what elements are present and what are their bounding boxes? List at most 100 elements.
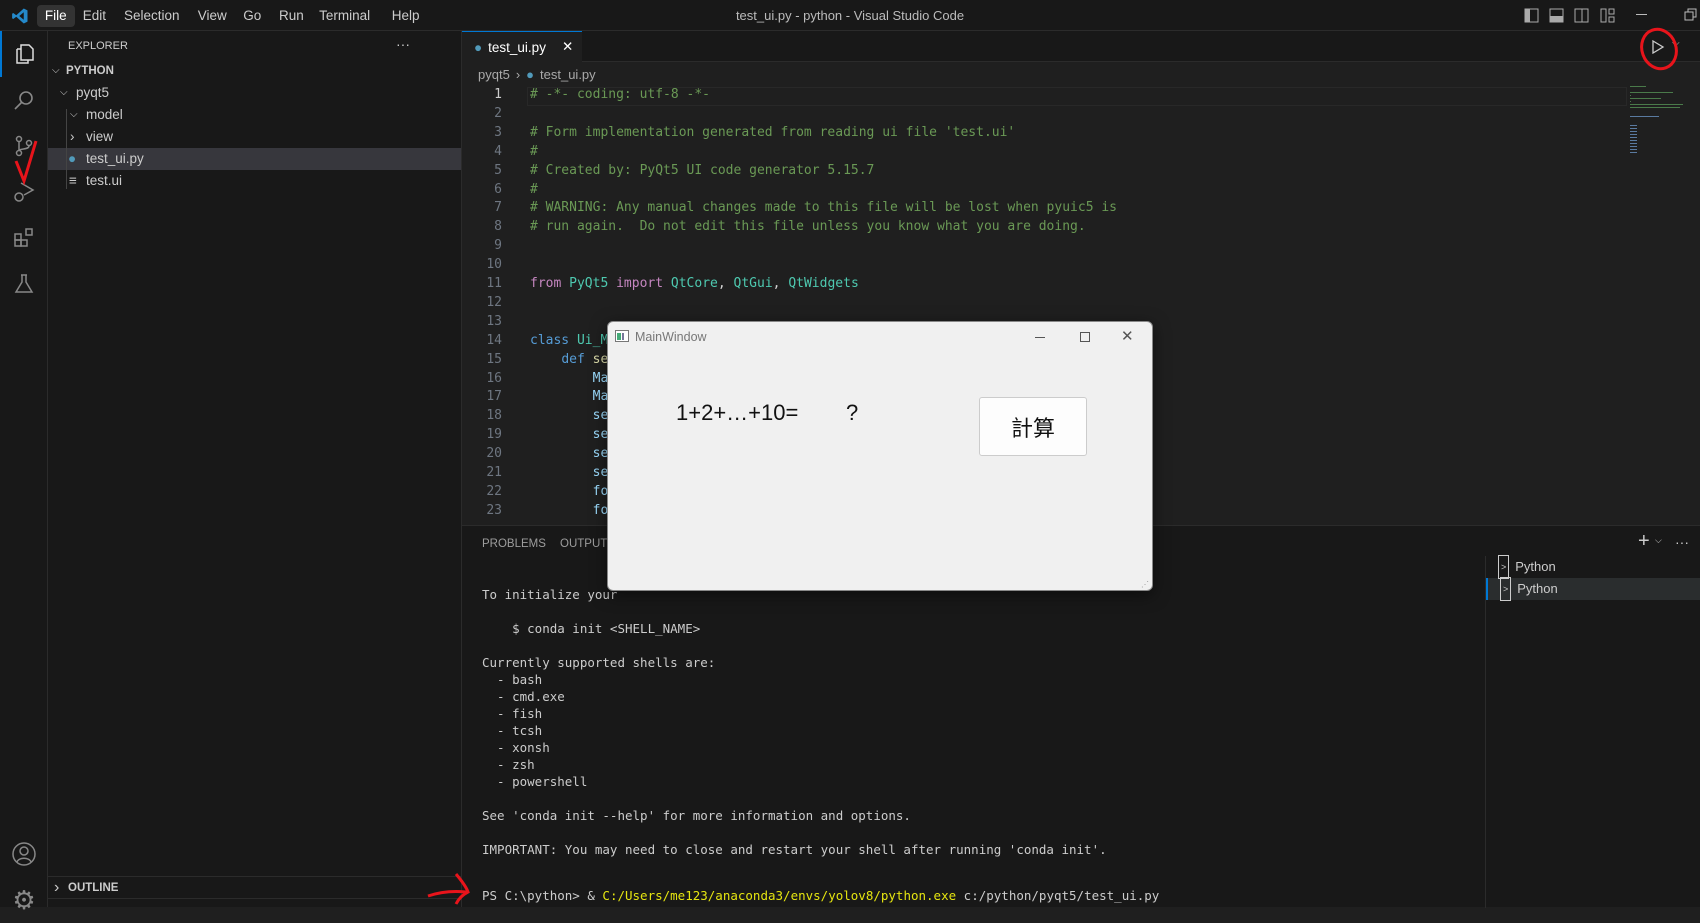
tree-item-pyqt5[interactable]: ⌵ pyqt5 xyxy=(48,82,461,104)
toggle-sidebar-icon[interactable] xyxy=(1524,8,1539,23)
terminal-item-python-1[interactable]: > Python xyxy=(1486,555,1700,579)
tree-item-view[interactable]: › view xyxy=(48,126,461,148)
code-line: def se xyxy=(530,352,608,367)
code-token: Ma xyxy=(592,389,609,405)
code-token: from xyxy=(530,276,562,291)
menu-edit[interactable]: Edit xyxy=(75,5,114,27)
extensions-icon[interactable] xyxy=(0,215,48,261)
line-number: 21 xyxy=(486,465,502,480)
minimap-line xyxy=(1630,125,1637,126)
qt-minimize-button[interactable] xyxy=(1035,337,1045,338)
code-token: def xyxy=(561,351,585,367)
customize-layout-icon[interactable] xyxy=(1600,8,1615,23)
workspace-root[interactable]: ⌵ PYTHON xyxy=(48,60,461,82)
chevron-down-icon: ⌵ xyxy=(52,65,60,76)
minimap-line xyxy=(1630,146,1637,147)
tree-item-test-ui[interactable]: ≡ test.ui xyxy=(48,170,461,192)
tree-item-model[interactable]: ⌵ model xyxy=(48,104,461,126)
code-token: # run again. Do not edit this file unles… xyxy=(530,219,1086,235)
code-line: fo xyxy=(530,503,609,518)
code-token: # Form implementation generated from rea… xyxy=(530,124,1016,140)
terminal-line: See 'conda init --help' for more informa… xyxy=(482,808,911,823)
code-line: # Form implementation generated from rea… xyxy=(530,125,1015,140)
tree-item-test-ui-py[interactable]: ● test_ui.py xyxy=(48,148,461,170)
minimize-button[interactable] xyxy=(1636,14,1647,15)
code-line: from PyQt5 import QtCore, QtGui, QtWidge… xyxy=(530,276,859,291)
code-token: Ui_M xyxy=(576,332,609,348)
breadcrumb-file[interactable]: test_ui.py xyxy=(540,67,596,82)
code-line: se xyxy=(530,427,609,442)
result-label: ? xyxy=(846,400,859,425)
qt-title-bar[interactable]: MainWindow ✕ xyxy=(608,322,1152,352)
line-number: 20 xyxy=(486,446,502,462)
code-line: # WARNING: Any manual changes made to th… xyxy=(530,200,1117,215)
restore-button[interactable] xyxy=(1684,8,1698,22)
explorer-icon[interactable] xyxy=(0,31,48,77)
terminal-line: $ conda init <SHELL_NAME> xyxy=(482,621,701,636)
terminal-command-line[interactable]: PS C:\python> & C:/Users/me123/anaconda3… xyxy=(482,887,1159,904)
menu-file[interactable]: File xyxy=(36,5,75,27)
code-token: , xyxy=(717,276,734,291)
breadcrumb-folder[interactable]: pyqt5 xyxy=(478,67,510,82)
resize-grip-icon[interactable]: ⋰ xyxy=(1141,580,1149,589)
terminal-line: IMPORTANT: You may need to close and res… xyxy=(482,842,1107,857)
terminal-dropdown-chevron-icon[interactable]: ⌵ xyxy=(1655,535,1662,546)
accounts-icon[interactable] xyxy=(0,831,48,877)
more-actions-button[interactable]: ··· xyxy=(396,36,410,52)
toggle-panel-icon[interactable] xyxy=(1549,8,1564,23)
close-tab-icon[interactable]: ✕ xyxy=(562,39,573,55)
code-line: # xyxy=(530,144,538,159)
minimap-line xyxy=(1630,92,1674,93)
explorer-sidebar: EXPLORER ··· ⌵ PYTHON ⌵ pyqt5 ⌵ model › view… xyxy=(14,31,462,907)
toggle-secondary-sidebar-icon[interactable] xyxy=(1574,8,1589,23)
new-terminal-button[interactable]: + xyxy=(1638,530,1650,553)
minimap[interactable] xyxy=(1630,86,1690,226)
terminal-item-python-2[interactable]: > Python xyxy=(1486,577,1700,601)
outline-section[interactable]: › OUTLINE xyxy=(48,876,461,898)
line-number: 14 xyxy=(486,332,502,348)
code-line: Ma xyxy=(530,371,609,386)
annotation-circle xyxy=(1640,27,1678,71)
testing-icon[interactable] xyxy=(0,261,48,307)
minimap-line xyxy=(1630,101,1631,102)
menu-terminal[interactable]: Terminal xyxy=(311,5,378,27)
calculate-button[interactable]: 計算 xyxy=(979,397,1087,456)
line-number: 5 xyxy=(494,162,502,178)
search-icon[interactable] xyxy=(0,77,48,123)
minimap-line xyxy=(1630,128,1637,129)
qt-maximize-button[interactable] xyxy=(1080,332,1090,342)
menu-help[interactable]: Help xyxy=(384,5,428,27)
menu-view[interactable]: View xyxy=(190,5,235,27)
tab-problems[interactable]: PROBLEMS xyxy=(482,538,546,550)
code-token: class xyxy=(530,332,570,348)
code-token: # Created by: PyQt5 UI code generator 5.… xyxy=(530,162,875,178)
chevron-down-icon: ⌵ xyxy=(60,87,68,98)
line-number: 15 xyxy=(486,351,502,367)
terminal-line: - zsh xyxy=(482,757,535,772)
line-number: 18 xyxy=(486,408,502,424)
line-number: 11 xyxy=(486,276,502,291)
code-line: se xyxy=(530,446,609,461)
line-number: 12 xyxy=(486,294,502,310)
code-line: class Ui_M xyxy=(530,333,608,348)
terminal-line: To initialize your xyxy=(482,587,618,602)
menu-go[interactable]: Go xyxy=(235,5,269,27)
menu-selection[interactable]: Selection xyxy=(116,5,188,27)
menu-run[interactable]: Run xyxy=(271,5,312,27)
settings-gear-icon[interactable]: ⚙ xyxy=(0,877,48,923)
panel-more-button[interactable]: ··· xyxy=(1675,534,1689,550)
minimap-line xyxy=(1630,134,1637,135)
minimap-line xyxy=(1630,149,1637,150)
tab-output[interactable]: OUTPUT xyxy=(560,538,607,550)
qt-close-button[interactable]: ✕ xyxy=(1121,327,1134,345)
annotation-arrow xyxy=(427,873,470,905)
tab-test-ui-py[interactable]: ● test_ui.py ✕ xyxy=(462,31,582,62)
